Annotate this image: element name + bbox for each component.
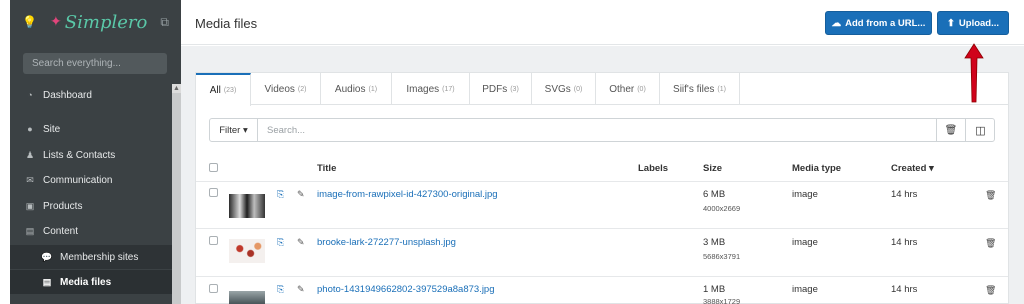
film-icon: ▤ bbox=[25, 225, 35, 236]
lightbulb-icon[interactable]: 💡 bbox=[22, 15, 37, 29]
file-size: 3 MB bbox=[703, 237, 726, 248]
chat-icon: 💬 bbox=[41, 251, 53, 262]
thumbnail-image[interactable] bbox=[229, 291, 265, 304]
column-labels[interactable]: Labels bbox=[638, 163, 668, 174]
tab-svgs[interactable]: SVGs (0) bbox=[532, 73, 596, 105]
sidebar-scrollbar[interactable]: ▲ bbox=[172, 84, 181, 304]
created-time: 14 hrs bbox=[891, 284, 918, 295]
sidebar-item-membership-sites[interactable]: 💬 Membership sites bbox=[10, 245, 172, 269]
tab-audios[interactable]: Audios (1) bbox=[321, 73, 392, 105]
copy-link-icon[interactable]: ⎘ bbox=[277, 189, 284, 200]
trash-icon[interactable]: 🗑 bbox=[985, 238, 996, 249]
film-icon: ▤ bbox=[42, 276, 52, 287]
row-checkbox[interactable] bbox=[209, 236, 218, 245]
select-all-checkbox[interactable] bbox=[209, 163, 218, 172]
sidebar-item-media-files[interactable]: ▤ Media files bbox=[10, 270, 172, 294]
sidebar-item-lists-contacts[interactable]: ♟ Lists & Contacts bbox=[10, 143, 172, 167]
tab-images[interactable]: Images (17) bbox=[392, 73, 470, 105]
cloud-icon: ☁ bbox=[831, 17, 842, 29]
add-from-url-button[interactable]: ☁ Add from a URL... bbox=[825, 11, 932, 35]
filter-bar: Filter ▾ Search... 🗑 ◫ bbox=[209, 118, 995, 142]
annotation-arrow-icon bbox=[964, 43, 984, 103]
tab-videos[interactable]: Videos (2) bbox=[251, 73, 321, 105]
thumbnail-image[interactable] bbox=[229, 239, 265, 263]
tab-pdfs[interactable]: PDFs (3) bbox=[470, 73, 532, 105]
divider bbox=[196, 276, 1008, 277]
page-header: Media files ☁ Add from a URL... ⬆ Upload..… bbox=[181, 0, 1024, 45]
file-dimensions: 5686x3791 bbox=[703, 252, 741, 261]
edit-icon[interactable]: ✎ bbox=[297, 237, 305, 248]
logo[interactable]: ✦ Simplero bbox=[50, 12, 147, 33]
filter-dropdown[interactable]: Filter ▾ bbox=[210, 119, 258, 141]
sidebar-item-dashboard[interactable]: ◔ Dashboard bbox=[10, 83, 172, 107]
columns-icon: ◫ bbox=[975, 124, 986, 137]
media-type: image bbox=[792, 284, 818, 295]
created-time: 14 hrs bbox=[891, 189, 918, 200]
page-title: Media files bbox=[195, 16, 258, 31]
file-title-link[interactable]: brooke-lark-272277-unsplash.jpg bbox=[317, 237, 456, 248]
row-checkbox[interactable] bbox=[209, 188, 218, 197]
media-type: image bbox=[792, 237, 818, 248]
trash-icon[interactable]: 🗑 bbox=[985, 285, 996, 296]
column-size[interactable]: Size bbox=[703, 163, 722, 174]
upload-icon: ⬆ bbox=[946, 17, 955, 29]
sidebar-item-content[interactable]: ▤ Content bbox=[10, 219, 172, 243]
trash-icon[interactable]: 🗑 bbox=[985, 190, 996, 201]
person-icon: ♟ bbox=[25, 149, 35, 160]
sidebar-header: 💡 ✦ Simplero ⧉ bbox=[10, 0, 181, 44]
sidebar-item-communication[interactable]: ✉ Communication bbox=[10, 168, 172, 192]
tab-bar: All (23) Videos (2) Audios (1) Images (17) P… bbox=[196, 73, 1008, 106]
edit-icon[interactable]: ✎ bbox=[297, 284, 305, 295]
envelope-icon: ✉ bbox=[26, 174, 34, 185]
divider bbox=[196, 181, 1008, 182]
edit-icon[interactable]: ✎ bbox=[297, 189, 305, 200]
copy-link-icon[interactable]: ⎘ bbox=[277, 237, 284, 248]
trash-icon: 🗑 bbox=[944, 124, 958, 136]
external-link-icon[interactable]: ⧉ bbox=[160, 15, 169, 30]
bulk-delete-button[interactable]: 🗑 bbox=[936, 119, 965, 141]
file-title-link[interactable]: image-from-rawpixel-id-427300-original.j… bbox=[317, 189, 498, 200]
sidebar-search-input[interactable]: Search everything... bbox=[23, 53, 167, 74]
column-created[interactable]: Created ▾ bbox=[891, 163, 934, 174]
sidebar-item-site[interactable]: ● Site bbox=[10, 117, 172, 141]
sidebar: 💡 ✦ Simplero ⧉ Search everything... ▲ ◔ Da… bbox=[10, 0, 181, 304]
box-icon: ▣ bbox=[25, 200, 35, 211]
media-type: image bbox=[792, 189, 818, 200]
upload-button[interactable]: ⬆ Upload... bbox=[937, 11, 1009, 35]
tab-all[interactable]: All (23) bbox=[196, 73, 251, 106]
search-input[interactable]: Search... bbox=[267, 125, 305, 136]
divider bbox=[196, 228, 1008, 229]
row-checkbox[interactable] bbox=[209, 284, 218, 293]
file-dimensions: 3888x1729 bbox=[703, 297, 741, 304]
tab-siifs-files[interactable]: Siif's files (1) bbox=[660, 73, 740, 105]
tab-other[interactable]: Other (0) bbox=[596, 73, 660, 105]
file-dimensions: 4000x2669 bbox=[703, 204, 741, 213]
columns-button[interactable]: ◫ bbox=[965, 119, 995, 141]
file-size: 6 MB bbox=[703, 189, 726, 200]
scroll-up-icon[interactable]: ▲ bbox=[172, 84, 181, 93]
sidebar-item-products[interactable]: ▣ Products bbox=[10, 194, 172, 218]
file-size: 1 MB bbox=[703, 284, 726, 295]
globe-icon: ● bbox=[27, 124, 33, 134]
media-card: All (23) Videos (2) Audios (1) Images (17) P… bbox=[195, 72, 1009, 304]
copy-link-icon[interactable]: ⎘ bbox=[277, 284, 284, 295]
thumbnail-image[interactable] bbox=[229, 194, 265, 218]
column-title[interactable]: Title bbox=[317, 163, 336, 174]
file-title-link[interactable]: photo-1431949662802-397529a8a873.jpg bbox=[317, 284, 495, 295]
column-media-type[interactable]: Media type bbox=[792, 163, 841, 174]
created-time: 14 hrs bbox=[891, 237, 918, 248]
tachometer-icon: ◔ bbox=[27, 90, 33, 100]
spark-icon: ✦ bbox=[50, 14, 62, 30]
